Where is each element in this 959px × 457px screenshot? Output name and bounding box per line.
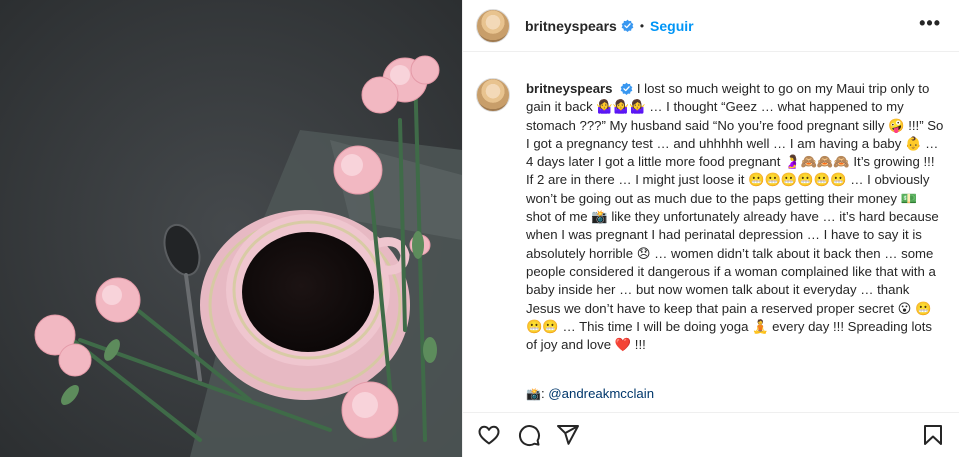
post-panel: britneyspears • Seguir ••• britneyspears… [462,0,959,457]
comment-icon[interactable] [517,423,541,447]
post-image[interactable] [0,0,462,457]
post-header: britneyspears • Seguir ••• [463,0,959,52]
verified-badge-icon [621,19,634,32]
verified-badge-icon [620,82,633,95]
caption-avatar[interactable] [476,78,510,112]
caption-username[interactable]: britneyspears [526,81,613,96]
avatar[interactable] [476,8,510,43]
separator-dot: • [639,18,645,33]
caption-text: britneyspears I lost so much weight to g… [526,80,944,354]
share-icon[interactable] [556,423,580,447]
heart-icon[interactable] [477,423,501,447]
username-link[interactable]: britneyspears [525,18,617,34]
camera-icon: 📸 [526,387,541,401]
photo-illustration [0,0,462,457]
photo-credit: 📸: @andreakmcclain [526,386,654,401]
follow-button[interactable]: Seguir [650,18,694,34]
caption-body: I lost so much weight to go on my Maui t… [526,81,944,353]
action-bar [463,412,959,457]
bookmark-icon[interactable] [921,423,945,447]
credit-handle-link[interactable]: @andreakmcclain [548,386,654,401]
more-options-icon[interactable]: ••• [919,14,941,32]
